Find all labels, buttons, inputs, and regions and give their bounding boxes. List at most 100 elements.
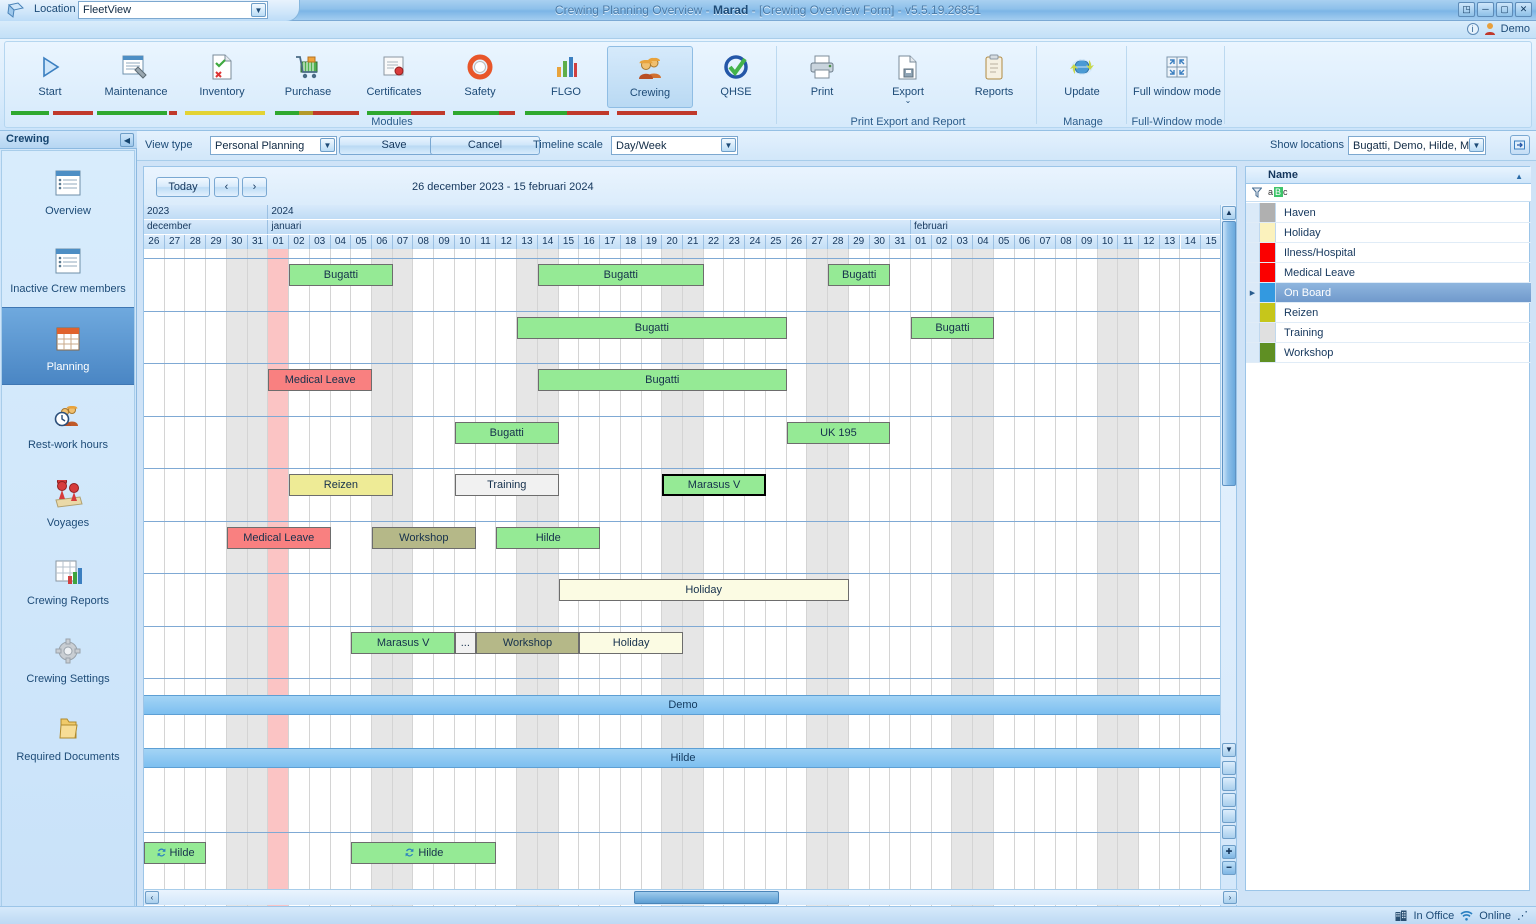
cancel-button[interactable]: Cancel [430, 136, 540, 155]
chevron-down-icon[interactable]: ▼ [721, 138, 736, 152]
gantt-bar[interactable]: Bugatti [537, 264, 704, 286]
ribbon-button-reports[interactable]: Reports [951, 46, 1037, 108]
gantt-bar[interactable]: Holiday [558, 579, 849, 601]
vertical-scrollbar[interactable]: ▲ ▼ ✚ ━ [1220, 205, 1236, 907]
chevron-down-icon[interactable]: ▼ [251, 3, 266, 17]
gantt-bar[interactable]: Medical Leave [268, 369, 373, 391]
ribbon-button-inventory[interactable]: Inventory [179, 46, 265, 108]
collapse-sidebar-button[interactable]: ◀ [120, 133, 134, 147]
sidebar-item-crewing-settings[interactable]: Crewing Settings [2, 619, 134, 697]
ribbon-button-purchase[interactable]: Purchase [265, 46, 351, 108]
gantt-bar[interactable]: Bugatti [537, 369, 787, 391]
legend-row[interactable]: Training [1246, 323, 1531, 343]
gantt-bar[interactable]: Holiday [579, 631, 683, 654]
maximize-button[interactable]: ▢ [1496, 2, 1513, 17]
gantt-bar[interactable]: Training [454, 474, 559, 496]
sidebar-item-overview[interactable]: Overview [2, 151, 134, 229]
sidebar-item-planning[interactable]: Planning [2, 307, 134, 385]
chevron-down-icon[interactable]: ▼ [1469, 138, 1484, 152]
scroll-extra-5[interactable] [1222, 825, 1236, 839]
timeline-body[interactable]: Bugatti Bugatti Bugatti Bugatti Bugatti Medic… [144, 249, 1222, 907]
sidebar-item-rest-work-hours[interactable]: Rest-work hours [2, 385, 134, 463]
legend-row[interactable]: Haven [1246, 203, 1531, 223]
gantt-bar[interactable]: Bugatti [454, 421, 559, 444]
gantt-bar[interactable]: Bugatti [289, 264, 393, 286]
close-button[interactable]: ✕ [1515, 2, 1532, 17]
gantt-bar[interactable]: Hilde [496, 526, 601, 549]
gantt-bar[interactable]: Bugatti [517, 316, 787, 339]
timeline-scale-combo[interactable]: Day/Week ▼ [611, 136, 738, 155]
ribbon-button-crewing[interactable]: Crewing [607, 46, 693, 108]
scroll-right-button[interactable]: › [1223, 891, 1237, 904]
left-sidebar: Crewing ◀ Overview Inactive Crew members… [0, 131, 137, 910]
gantt-bar[interactable]: Hilde [351, 841, 497, 864]
add-location-button[interactable] [1510, 135, 1530, 155]
gantt-bar[interactable]: Workshop [475, 631, 580, 654]
sidebar-item-inactive-crew-members[interactable]: Inactive Crew members [2, 229, 134, 307]
ribbon-button-start[interactable]: Start [7, 46, 93, 108]
sort-ascending-icon[interactable]: ▲ [1515, 172, 1523, 181]
gantt-bar[interactable]: ... [454, 631, 476, 654]
scroll-extra-2[interactable] [1222, 777, 1236, 791]
scroll-extra-1[interactable] [1222, 761, 1236, 775]
ribbon-button-flgo[interactable]: FLGO [523, 46, 609, 108]
gantt-bar[interactable]: Workshop [372, 526, 476, 549]
legend-row[interactable]: Medical Leave [1246, 263, 1531, 283]
scrollbar-thumb[interactable] [1222, 221, 1236, 486]
chevron-down-icon[interactable]: ⌄ [905, 97, 912, 105]
zoom-in-button[interactable]: ✚ [1222, 845, 1236, 859]
timeline-day-cell: 24 [745, 235, 766, 249]
legend-row[interactable]: Holiday [1246, 223, 1531, 243]
ribbon-button-export[interactable]: Export ⌄ [865, 46, 951, 108]
chevron-down-icon[interactable]: ▼ [320, 138, 335, 152]
gantt-bar[interactable]: Reizen [289, 474, 393, 496]
scroll-down-button[interactable]: ▼ [1222, 743, 1236, 757]
legend-header[interactable]: Name ▲ [1246, 167, 1531, 184]
gantt-bar[interactable]: Medical Leave [226, 526, 331, 549]
legend-row[interactable]: ▶ On Board [1246, 283, 1531, 303]
view-type-combo[interactable]: Personal Planning ▼ [210, 136, 337, 155]
info-icon[interactable]: i [1466, 22, 1479, 35]
scroll-extra-3[interactable] [1222, 793, 1236, 807]
gantt-bar[interactable]: UK 195 [786, 421, 891, 444]
legend-filter-row[interactable]: aBc [1246, 184, 1531, 202]
show-locations-combo[interactable]: Bugatti, Demo, Hilde, Ma... ▼ [1348, 136, 1486, 155]
prev-period-button[interactable]: ‹ [214, 177, 239, 197]
sidebar-item-required-documents[interactable]: Required Documents [2, 697, 134, 775]
ribbon-button-certificates[interactable]: Certificates [351, 46, 437, 108]
ribbon-button-maintenance[interactable]: Maintenance [93, 46, 179, 108]
ribbon-button-qhse[interactable]: QHSE [693, 46, 779, 108]
sidebar-item-voyages[interactable]: Voyages [2, 463, 134, 541]
ribbon-button-safety[interactable]: Safety [437, 46, 523, 108]
scroll-extra-4[interactable] [1222, 809, 1236, 823]
sidebar-item-crewing-reports[interactable]: Crewing Reports [2, 541, 134, 619]
legend-row[interactable]: Workshop [1246, 343, 1531, 363]
resize-grip[interactable]: ⋰ [1517, 909, 1528, 922]
gantt-bar[interactable]: Bugatti [828, 264, 891, 286]
minimize-button[interactable]: ─ [1477, 2, 1494, 17]
location-combo[interactable]: FleetView ▼ [78, 1, 268, 19]
today-button[interactable]: Today [156, 177, 210, 197]
legend-row[interactable]: Reizen [1246, 303, 1531, 323]
scroll-up-button[interactable]: ▲ [1222, 206, 1236, 220]
zoom-out-button[interactable]: ━ [1222, 861, 1236, 875]
ribbon-button-update[interactable]: Update [1039, 46, 1125, 108]
ribbon-button-full-window-mode[interactable]: Full window mode [1129, 46, 1225, 108]
horizontal-scrollbar[interactable]: ‹ › [144, 889, 1238, 905]
gantt-bar[interactable]: Marasus V [351, 631, 455, 654]
gantt-group-row[interactable]: Hilde [144, 747, 1222, 768]
gantt-bar[interactable]: Hilde [144, 841, 207, 864]
next-period-button[interactable]: › [242, 177, 267, 197]
ribbon-button-print[interactable]: Print [779, 46, 865, 108]
timeline-column [496, 249, 518, 907]
legend-filter-text[interactable]: aBc [1268, 187, 1289, 197]
help-window-button[interactable]: ◳ [1458, 2, 1475, 17]
gantt-bar[interactable]: Bugatti [911, 316, 994, 339]
legend-row[interactable]: Ilness/Hospital [1246, 243, 1531, 263]
horizontal-scrollbar-thumb[interactable] [634, 891, 779, 904]
gantt-group-row[interactable]: Demo [144, 695, 1222, 715]
gantt-bar[interactable]: Marasus V [662, 474, 766, 496]
scroll-left-button[interactable]: ‹ [145, 891, 159, 904]
ribbon-label-crewing: Crewing [629, 87, 671, 99]
filter-icon[interactable] [1252, 187, 1262, 198]
